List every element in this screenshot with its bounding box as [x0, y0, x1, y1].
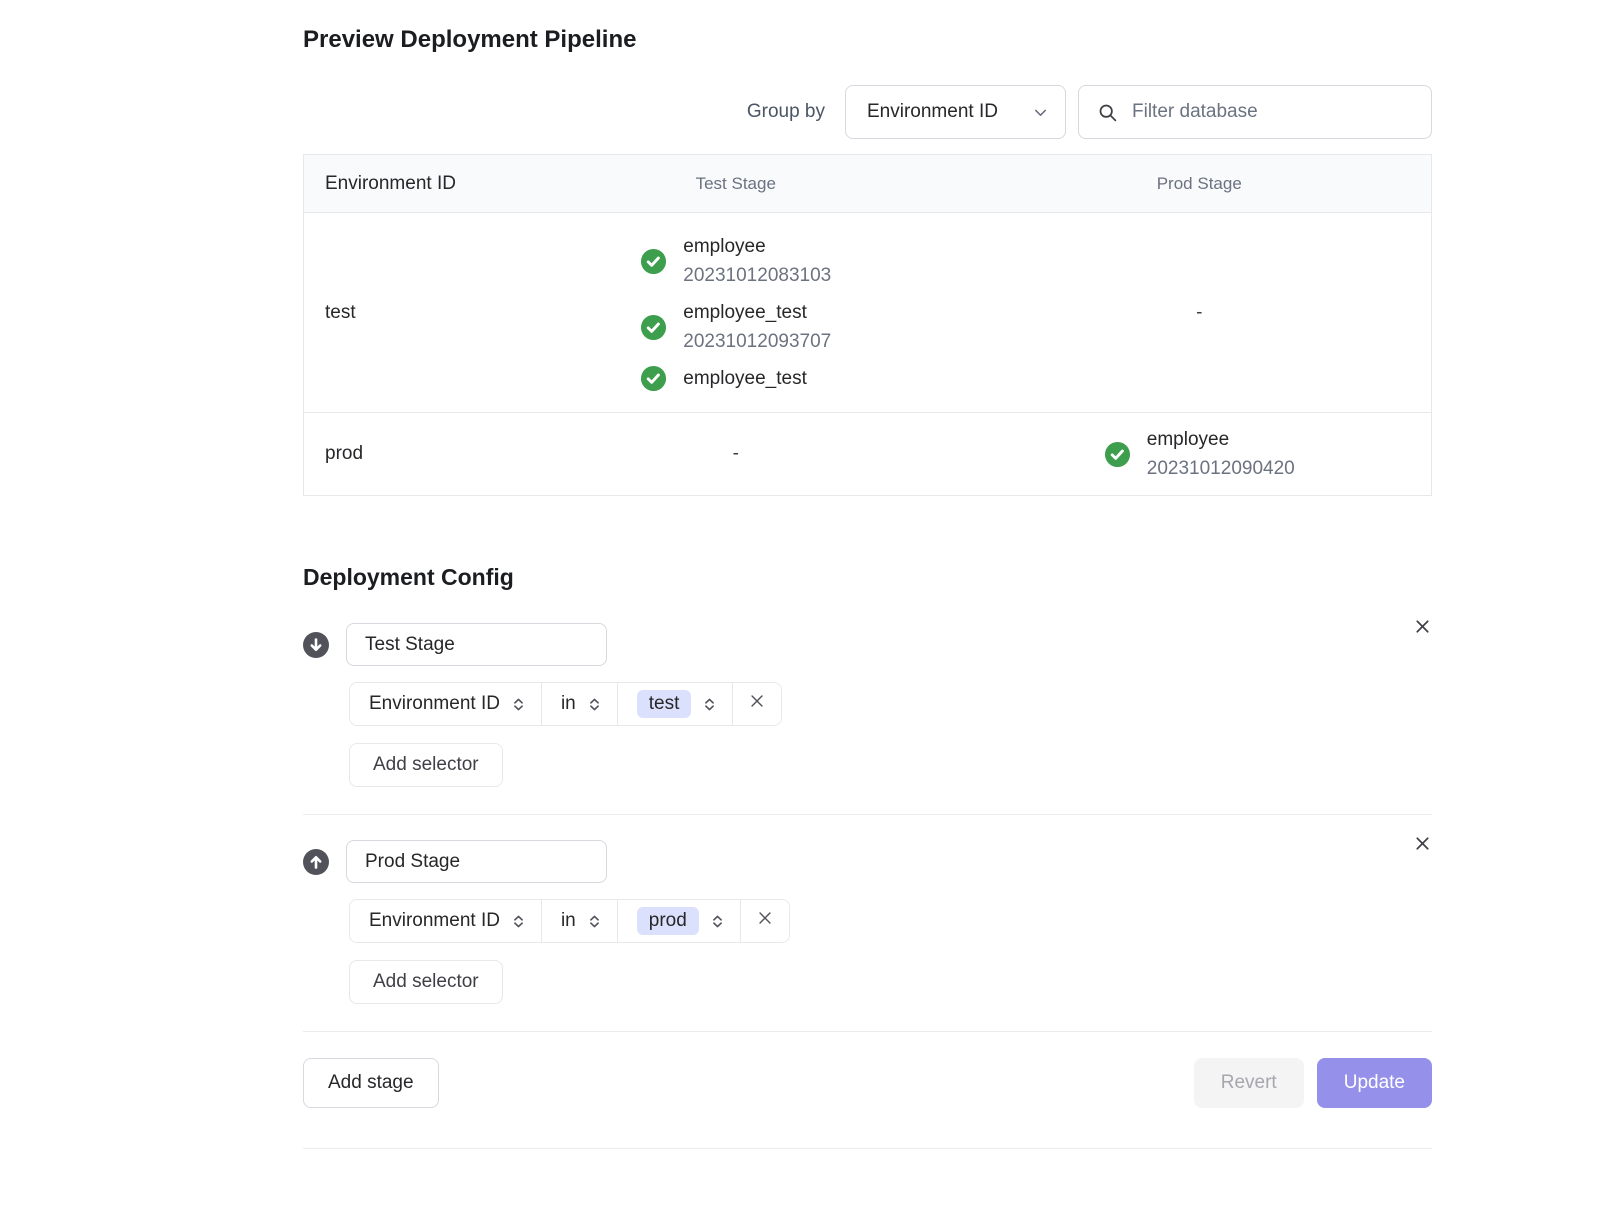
database-name: employee	[683, 232, 831, 261]
selector-operator-label: in	[561, 910, 576, 932]
database-status-item: employee 20231012083103	[640, 232, 831, 290]
prod-stage-cell: employee 20231012090420	[968, 425, 1432, 483]
actions-bar: Add stage Revert Update	[303, 1058, 1432, 1108]
selector-key-label: Environment ID	[369, 910, 500, 932]
stage-test: Environment ID in test	[303, 623, 1432, 815]
revert-button[interactable]: Revert	[1194, 1058, 1304, 1108]
selector-key-dropdown[interactable]: Environment ID	[350, 900, 541, 942]
deployment-config-title: Deployment Config	[303, 562, 1432, 592]
database-list: employee 20231012083103 employee_test 20…	[640, 214, 831, 411]
chevron-down-icon	[1032, 104, 1049, 121]
group-by-value: Environment ID	[867, 101, 998, 123]
selector-condition: Environment ID in test	[349, 682, 782, 726]
selector-operator-dropdown[interactable]: in	[541, 683, 617, 725]
group-by-label: Group by	[747, 101, 825, 123]
add-stage-button[interactable]: Add stage	[303, 1058, 439, 1108]
selector-operator-label: in	[561, 693, 576, 715]
remove-stage-button[interactable]	[1413, 834, 1432, 856]
success-check-icon	[640, 248, 667, 275]
selector-condition: Environment ID in prod	[349, 899, 790, 943]
table-header-row: Environment ID Test Stage Prod Stage	[304, 155, 1431, 213]
selector-value-tag: prod	[637, 907, 699, 935]
database-name: employee_test	[683, 298, 831, 327]
test-stage-cell-empty: -	[504, 443, 968, 465]
selector-operator-dropdown[interactable]: in	[541, 900, 617, 942]
database-version: 20231012093707	[683, 327, 831, 356]
database-filter	[1078, 85, 1432, 139]
selector-row: Environment ID in test	[349, 682, 1432, 726]
column-header-prod-stage: Prod Stage	[968, 174, 1432, 194]
update-button[interactable]: Update	[1317, 1058, 1432, 1108]
add-selector-button[interactable]: Add selector	[349, 960, 503, 1004]
database-version: 20231012083103	[683, 261, 831, 290]
prod-stage-cell-empty: -	[968, 302, 1432, 324]
pipeline-table: Environment ID Test Stage Prod Stage tes…	[303, 154, 1432, 496]
close-icon	[1413, 834, 1432, 856]
selector-key-label: Environment ID	[369, 693, 500, 715]
stage-name-input[interactable]	[346, 623, 607, 666]
column-header-environment-id: Environment ID	[304, 173, 504, 195]
bottom-divider	[303, 1148, 1432, 1149]
environment-id-cell: prod	[304, 443, 504, 465]
chevron-updown-icon	[587, 697, 602, 712]
table-row-prod: prod - employee 20231012090420	[304, 412, 1431, 495]
selector-value-dropdown[interactable]: test	[617, 683, 733, 725]
close-icon	[1413, 617, 1432, 639]
chevron-updown-icon	[710, 914, 725, 929]
chevron-updown-icon	[587, 914, 602, 929]
main-content: Preview Deployment Pipeline Group by Env…	[303, 25, 1432, 1149]
arrow-up-circle-icon	[303, 849, 329, 875]
remove-selector-button[interactable]	[732, 683, 781, 725]
selector-key-dropdown[interactable]: Environment ID	[350, 683, 541, 725]
remove-selector-button[interactable]	[740, 900, 789, 942]
success-check-icon	[640, 314, 667, 341]
database-name: employee_test	[683, 364, 807, 393]
selector-value-dropdown[interactable]: prod	[617, 900, 740, 942]
stage-header	[303, 623, 1432, 666]
database-status-item: employee_test	[640, 364, 831, 393]
test-stage-cell: employee 20231012083103 employee_test 20…	[504, 214, 968, 411]
selector-value-tag: test	[637, 690, 692, 718]
stage-prod: Environment ID in prod	[303, 840, 1432, 1032]
column-header-test-stage: Test Stage	[504, 174, 968, 194]
chevron-updown-icon	[702, 697, 717, 712]
stage-name-input[interactable]	[346, 840, 607, 883]
search-icon	[1097, 102, 1118, 123]
toolbar: Group by Environment ID	[303, 85, 1432, 139]
database-name: employee	[1147, 425, 1295, 454]
database-status-item: employee 20231012090420	[1104, 425, 1295, 483]
table-row-test: test employee 20231012083103	[304, 213, 1431, 412]
selector-row: Environment ID in prod	[349, 899, 1432, 943]
chevron-updown-icon	[511, 914, 526, 929]
stage-header	[303, 840, 1432, 883]
remove-stage-button[interactable]	[1413, 617, 1432, 639]
environment-id-cell: test	[304, 302, 504, 324]
success-check-icon	[640, 365, 667, 392]
arrow-down-circle-icon	[303, 632, 329, 658]
add-selector-button[interactable]: Add selector	[349, 743, 503, 787]
success-check-icon	[1104, 441, 1131, 468]
filter-database-input[interactable]	[1130, 100, 1417, 124]
x-icon	[756, 909, 774, 933]
database-version: 20231012090420	[1147, 454, 1295, 483]
x-icon	[748, 692, 766, 716]
page-title: Preview Deployment Pipeline	[303, 25, 1432, 55]
group-by-select[interactable]: Environment ID	[845, 85, 1066, 139]
chevron-updown-icon	[511, 697, 526, 712]
database-status-item: employee_test 20231012093707	[640, 298, 831, 356]
